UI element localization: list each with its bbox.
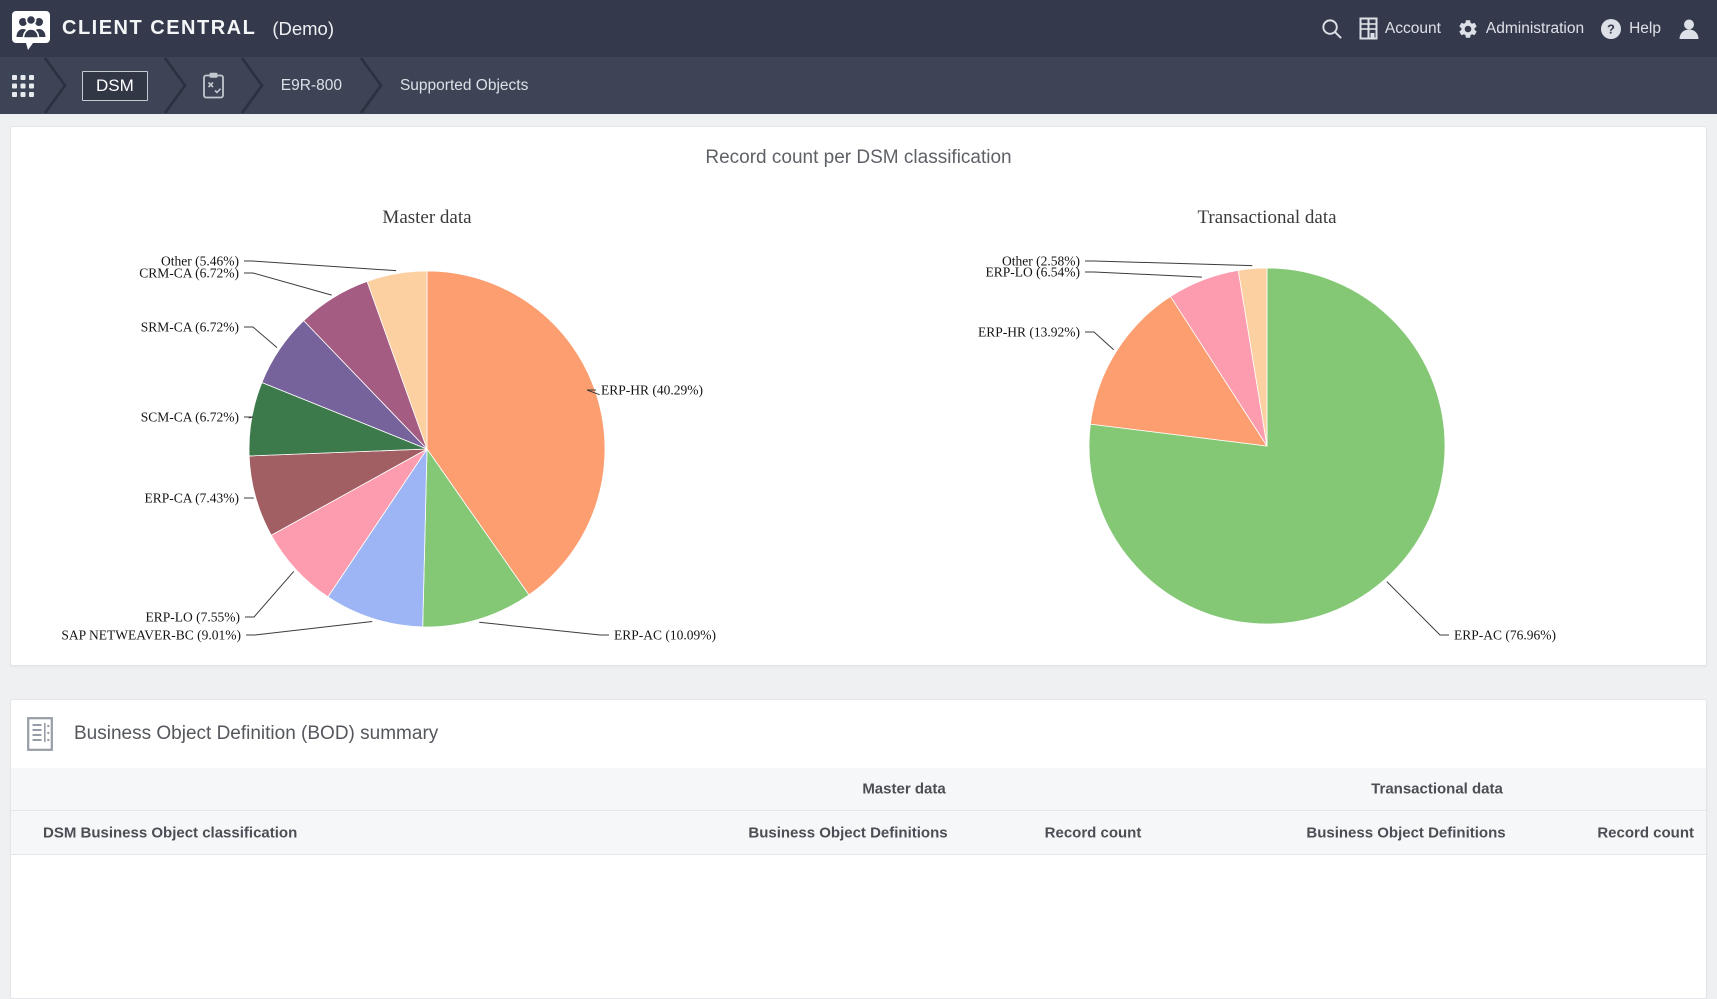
- bod-table-header: Master data Transactional data DSM Busin…: [11, 768, 1706, 855]
- bod-card-title: Business Object Definition (BOD) summary: [74, 723, 438, 745]
- pie-slice-label: Other (2.58%): [1002, 254, 1080, 269]
- app-header: CLIENT CENTRAL (Demo) Account Administra…: [0, 0, 1717, 57]
- bod-summary-card: Business Object Definition (BOD) summary…: [10, 699, 1707, 999]
- bod-table-column-row: DSM Business Object classification Busin…: [11, 811, 1706, 855]
- pie-label-leader-line: [1085, 261, 1252, 266]
- document-summary-icon: [27, 717, 53, 751]
- chart-card: Record count per DSM classification Mast…: [10, 126, 1707, 666]
- pie-slice-label: ERP-CA (7.43%): [145, 491, 240, 506]
- app-title: CLIENT CENTRAL: [62, 17, 256, 40]
- app-launcher-grid-icon[interactable]: [12, 75, 34, 97]
- pie-label-leader-line: [1387, 582, 1449, 635]
- col-header-recordcount-transactional: Record count: [1597, 824, 1694, 841]
- group-header-transactional-data: Transactional data: [1371, 781, 1503, 798]
- nav-account[interactable]: Account: [1359, 17, 1441, 40]
- pie-charts-canvas: Master data ERP-HR (40.29%) ERP-AC (10.09%…: [11, 127, 1706, 665]
- search-icon[interactable]: [1320, 17, 1343, 40]
- pie-label-leader-line: [244, 273, 332, 295]
- pie-label-leader-line: [245, 571, 294, 617]
- pie-chart-title: Transactional data: [1197, 207, 1337, 228]
- pie-slice-label: ERP-HR (40.29%): [601, 383, 703, 398]
- breadcrumb-chevron-icon: [239, 57, 265, 114]
- pie-slice-label: ERP-AC (10.09%): [614, 628, 716, 643]
- header-nav: Account Administration ? Help: [1304, 17, 1701, 41]
- bod-table-group-row: Master data Transactional data: [11, 768, 1706, 811]
- nav-administration[interactable]: Administration: [1457, 18, 1584, 40]
- breadcrumb: DSM E9R-800 Supported Objects: [0, 57, 1717, 114]
- clipboard-icon[interactable]: [202, 72, 225, 99]
- col-header-classification: DSM Business Object classification: [43, 824, 297, 841]
- pie-label-leader-line: [246, 622, 372, 635]
- pie-slice-label: ERP-AC (76.96%): [1454, 628, 1556, 643]
- pie-chart-title: Master data: [382, 207, 472, 228]
- breadcrumb-chevron-icon: [162, 57, 188, 114]
- pie-label-leader-line: [244, 327, 277, 348]
- pie-slice-label: Other (5.46%): [161, 254, 239, 269]
- svg-text:?: ?: [1607, 21, 1615, 36]
- gear-icon: [1457, 18, 1479, 40]
- pie-slice-label: ERP-LO (7.55%): [146, 610, 241, 625]
- help-icon: ?: [1600, 18, 1622, 40]
- main-content: Record count per DSM classification Mast…: [0, 114, 1717, 868]
- breadcrumb-item-system[interactable]: E9R-800: [281, 77, 342, 95]
- pie-slice-label: ERP-HR (13.92%): [978, 325, 1080, 340]
- app-mode-label: (Demo): [272, 18, 334, 40]
- pie-label-leader-line: [1085, 332, 1114, 350]
- administration-label: Administration: [1486, 20, 1584, 38]
- pie-slice-label: SCM-CA (6.72%): [141, 410, 239, 425]
- account-label: Account: [1385, 20, 1441, 38]
- building-icon: [1359, 17, 1378, 40]
- pie-label-leader-line: [479, 622, 609, 635]
- pie-label-leader-line: [244, 261, 396, 271]
- pie-slice-label: SRM-CA (6.72%): [141, 320, 239, 335]
- col-header-bod-transactional: Business Object Definitions: [1306, 824, 1505, 841]
- help-label: Help: [1629, 20, 1661, 38]
- nav-help[interactable]: ? Help: [1600, 18, 1661, 40]
- col-header-recordcount-master: Record count: [1045, 824, 1142, 841]
- breadcrumb-item-page: Supported Objects: [400, 77, 528, 95]
- breadcrumb-chevron-icon: [358, 57, 384, 114]
- pie-label-leader-line: [1085, 272, 1202, 277]
- col-header-bod-master: Business Object Definitions: [748, 824, 947, 841]
- breadcrumb-item-dsm[interactable]: DSM: [82, 71, 148, 101]
- pie-slice-label: SAP NETWEAVER-BC (9.01%): [61, 628, 241, 643]
- bod-card-header: Business Object Definition (BOD) summary: [11, 700, 1706, 768]
- client-central-logo-icon[interactable]: [10, 7, 52, 51]
- breadcrumb-chevron-icon: [42, 57, 68, 114]
- group-header-master-data: Master data: [862, 781, 945, 798]
- user-avatar-icon[interactable]: [1677, 17, 1701, 41]
